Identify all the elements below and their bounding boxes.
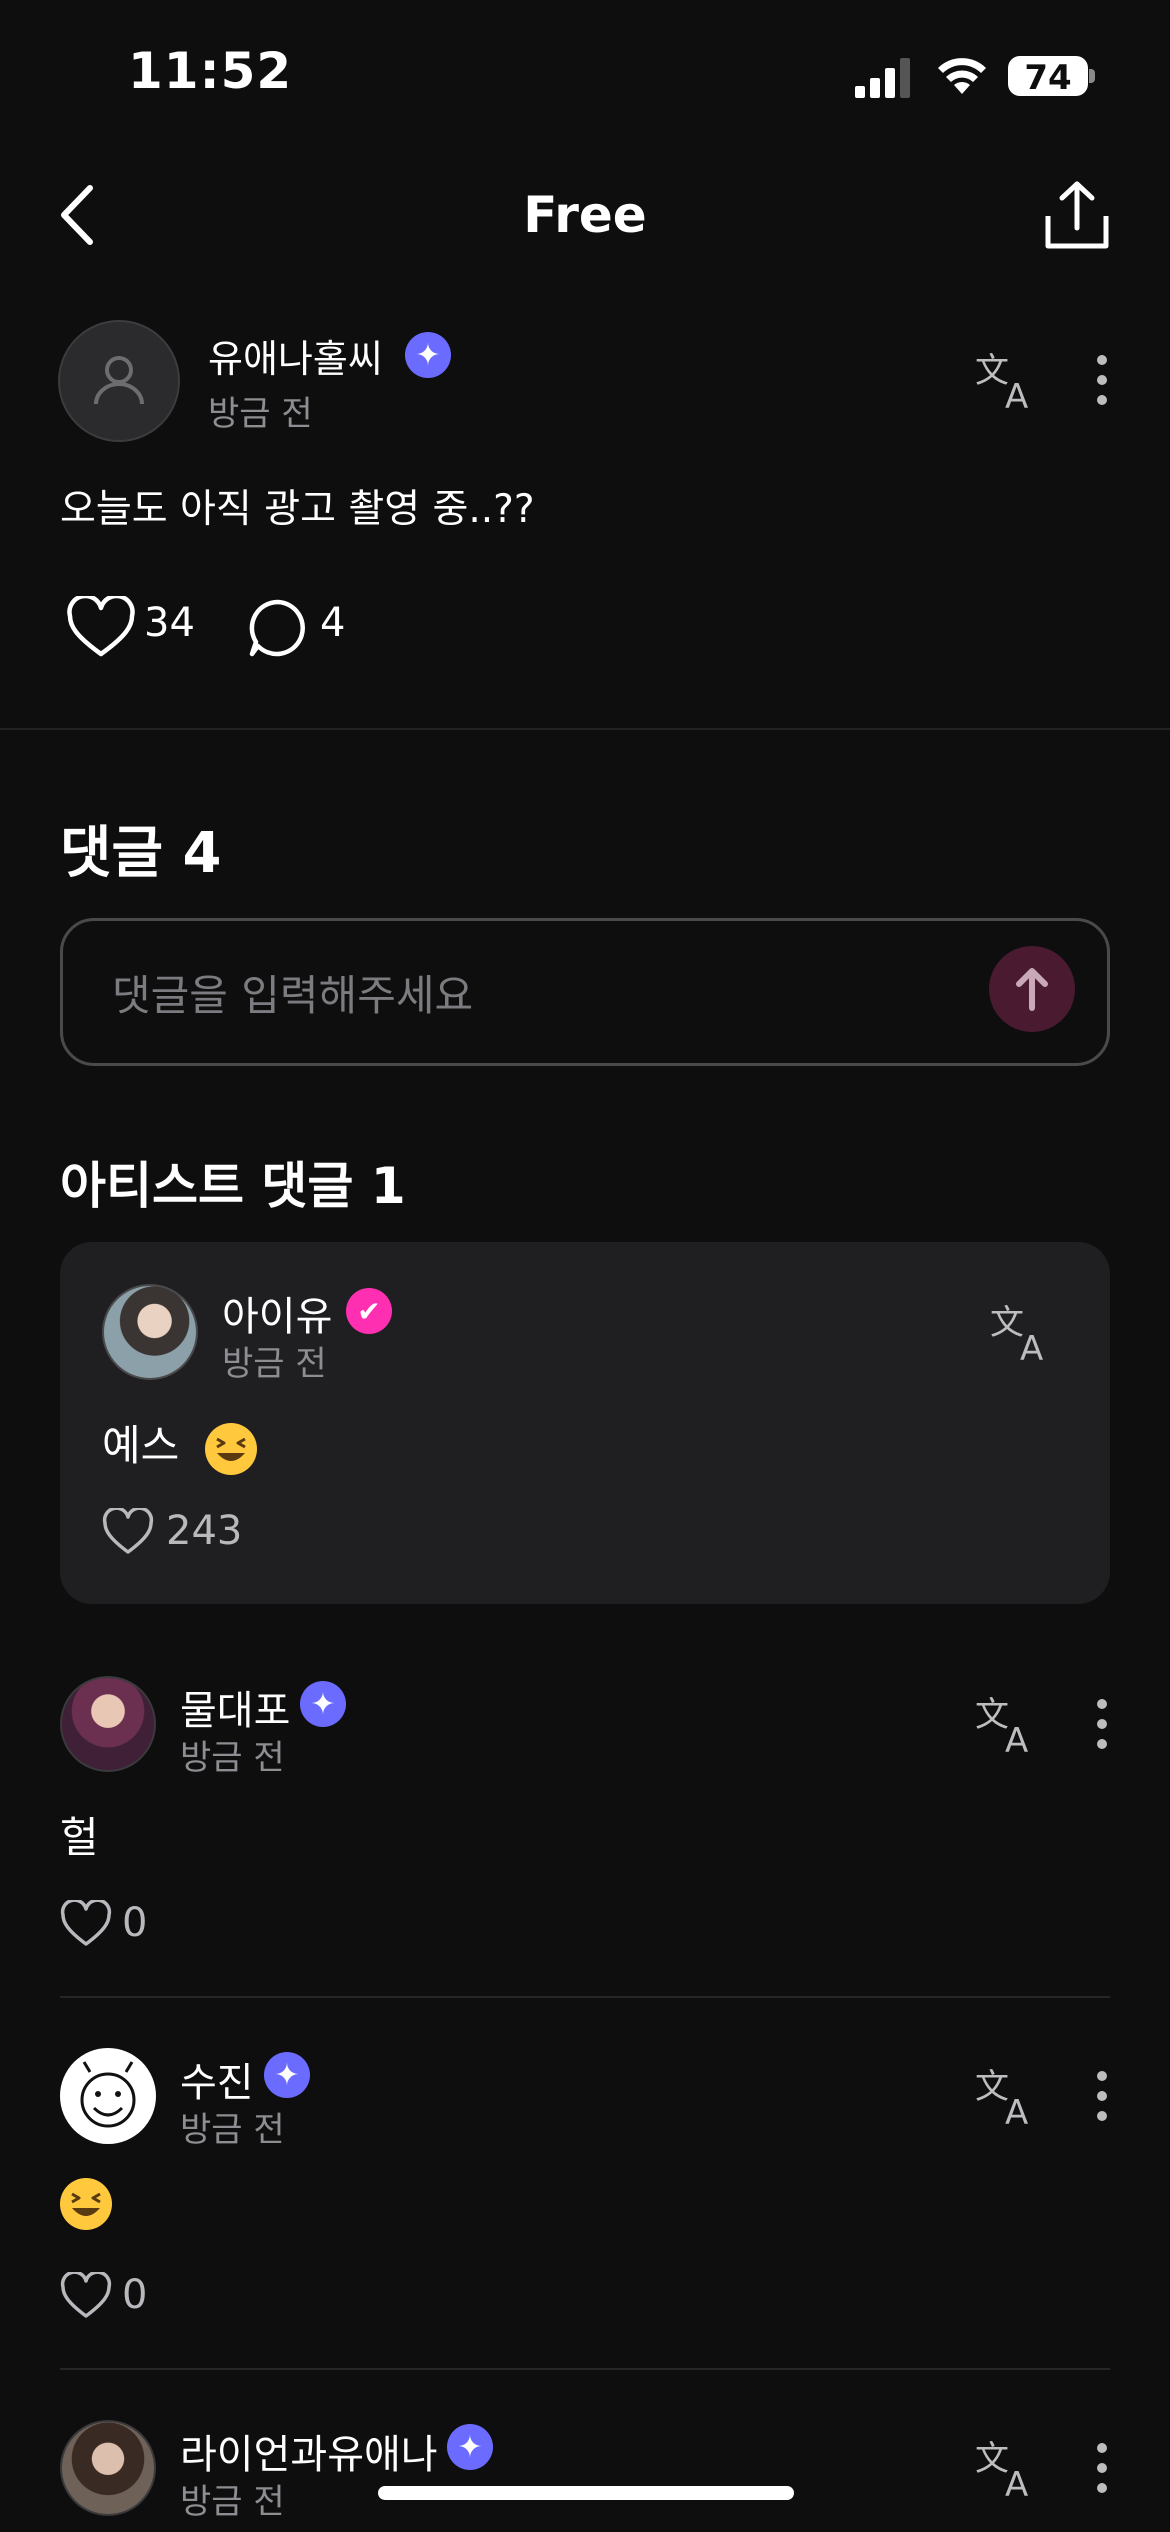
svg-text:A: A [1005,377,1028,412]
commenter-name[interactable]: 물대포 [180,1678,290,1736]
comment-like-count: 0 [122,2272,148,2318]
commenter-avatar[interactable] [60,2048,156,2144]
author-name[interactable]: 유애나홀씨 [208,328,383,383]
page-title: Free [523,186,647,244]
artist-like-count: 243 [166,1508,243,1554]
fan-badge-icon: ✦ [405,332,451,378]
more-options-icon[interactable] [1090,2064,1114,2128]
signal-icon [855,58,910,98]
comment-body: 헐 [60,1813,99,1862]
heart-icon[interactable] [66,596,136,660]
wifi-icon [938,58,986,94]
cartoon-face-icon [80,2061,136,2128]
comment-input-placeholder[interactable]: 댓글을 입력해주세요 [112,962,473,1023]
post-like-count: 34 [144,600,195,646]
heart-icon[interactable] [60,2272,112,2320]
post-comment-count: 4 [320,600,346,646]
section-divider [0,728,1170,730]
artist-comment-text: 예스 [102,1421,180,1470]
default-user-icon [94,356,144,405]
svg-text:A: A [1005,1721,1028,1756]
commenter-name[interactable]: 수진 [180,2050,254,2108]
post-timestamp: 방금 전 [208,394,313,434]
post-body: 오늘도 아직 광고 촬영 중..?? [60,487,535,532]
send-button[interactable] [989,946,1075,1032]
fan-badge-icon: ✦ [264,2052,310,2098]
svg-text:文: 文 [975,2067,1009,2107]
home-indicator[interactable] [378,2486,794,2500]
svg-text:文: 文 [990,1303,1024,1343]
svg-text:A: A [1005,2465,1028,2500]
battery-nub [1089,69,1095,83]
comment-bubble-icon[interactable] [246,596,310,660]
arrow-up-icon [1016,968,1048,1011]
comments-heading: 댓글 4 [60,821,222,886]
artist-timestamp: 방금 전 [222,1344,327,1384]
commenter-avatar[interactable] [60,1676,156,1772]
verified-artist-icon: ✔ [346,1288,392,1334]
artist-comments-heading: 아티스트 댓글 1 [60,1157,406,1215]
translate-icon[interactable]: 文 A [975,348,1039,412]
grinning-squint-emoji-icon [204,1422,257,1475]
comment-divider [60,1996,1110,1998]
translate-icon[interactable]: 文 A [975,2436,1039,2500]
share-icon[interactable] [1040,178,1114,252]
commenter-name[interactable]: 라이언과유애나 [180,2422,438,2480]
heart-icon[interactable] [60,1900,112,1948]
more-options-icon[interactable] [1090,2436,1114,2500]
grinning-squint-emoji-icon [60,2177,112,2230]
comment-timestamp: 방금 전 [180,1738,285,1778]
comment-divider [60,2368,1110,2370]
svg-text:文: 文 [975,1695,1009,1735]
battery-level: 74 [1024,58,1072,98]
svg-text:文: 文 [975,351,1009,391]
author-avatar[interactable] [58,320,180,442]
translate-icon[interactable]: 文 A [990,1300,1054,1364]
svg-text:A: A [1005,2093,1028,2128]
comment-timestamp: 방금 전 [180,2482,285,2522]
commenter-avatar[interactable] [60,2420,156,2516]
more-options-icon[interactable] [1090,1692,1114,1756]
translate-icon[interactable]: 文 A [975,1692,1039,1756]
artist-name[interactable]: 아이유 [222,1284,332,1342]
status-time: 11:52 [128,42,293,100]
translate-icon[interactable]: 文 A [975,2064,1039,2128]
more-options-icon[interactable] [1090,348,1114,412]
artist-comment-body: 예스 [102,1412,257,1475]
svg-text:A: A [1020,1329,1043,1364]
comment-body [60,2176,112,2230]
artist-avatar[interactable] [102,1284,198,1380]
svg-text:文: 文 [975,2439,1009,2479]
comment-like-count: 0 [122,1900,148,1946]
comment-timestamp: 방금 전 [180,2110,285,2150]
fan-badge-icon: ✦ [447,2424,493,2470]
heart-icon[interactable] [102,1508,154,1556]
fan-badge-icon: ✦ [300,1681,346,1727]
